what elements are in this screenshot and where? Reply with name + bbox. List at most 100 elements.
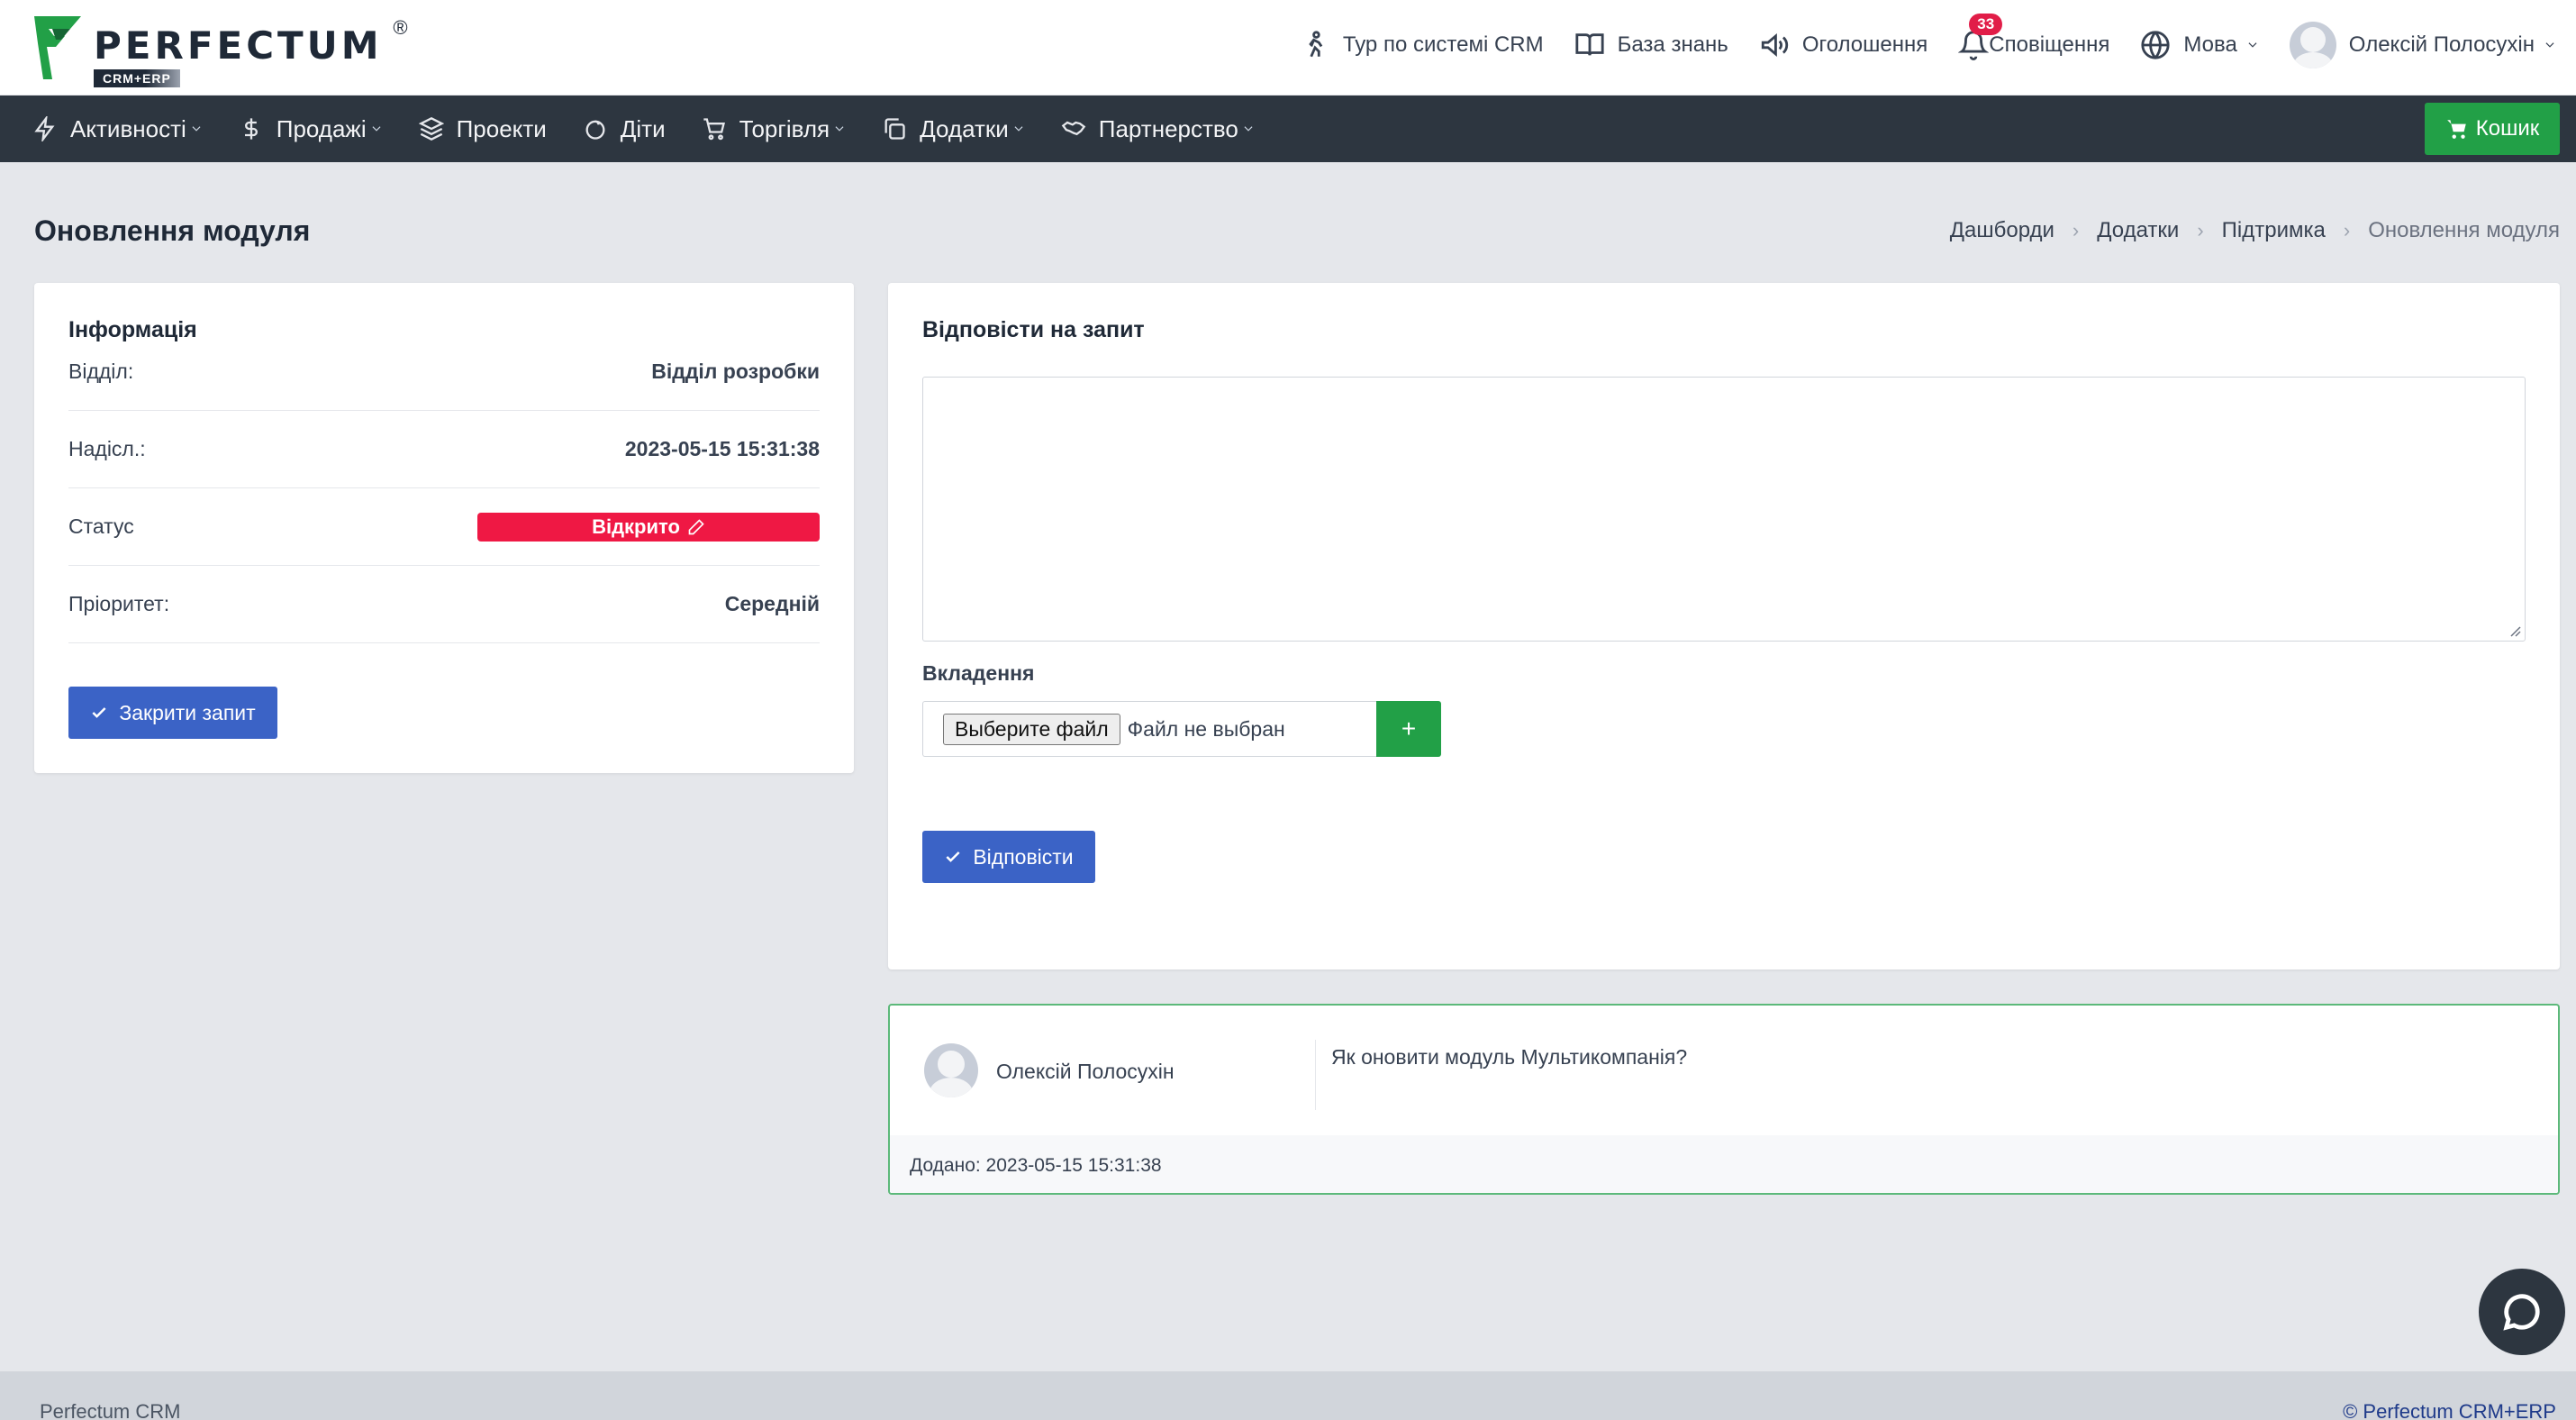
breadcrumb-separator: › xyxy=(2197,219,2204,241)
notifications-count-badge: 33 xyxy=(1969,14,2003,35)
page-title: Оновлення модуля xyxy=(34,214,311,247)
chevron-down-icon xyxy=(372,126,381,132)
reply-textarea[interactable] xyxy=(922,377,2526,642)
chevron-down-icon xyxy=(1014,126,1023,132)
nav-item-sales[interactable]: Продажі xyxy=(239,115,383,143)
nav-item-addons[interactable]: Додатки xyxy=(882,115,1025,143)
check-icon xyxy=(92,707,106,718)
top-actions: Тур по системі CRM База знань Оголошення… xyxy=(1300,0,2576,90)
announcements-link[interactable]: Оголошення xyxy=(1759,30,1927,60)
copy-icon xyxy=(884,118,905,140)
info-card: Інформація Відділ: Відділ розробки Надіс… xyxy=(34,283,854,773)
cart-icon xyxy=(2446,120,2466,139)
resize-grip-icon[interactable] xyxy=(2508,624,2521,637)
nav-label: Додатки xyxy=(920,114,1009,142)
reply-card-title: Відповісти на запит xyxy=(922,317,1145,342)
announcements-label: Оголошення xyxy=(1801,32,1928,57)
reply-card: Відповісти на запит Вкладення Выберите ф… xyxy=(888,283,2560,969)
sent-value: 2023-05-15 15:31:38 xyxy=(624,437,820,460)
nav-item-projects[interactable]: Проекти xyxy=(418,114,547,143)
priority-value: Середній xyxy=(724,592,820,615)
file-status: Файл не выбран xyxy=(1127,716,1285,741)
author-avatar xyxy=(924,1043,978,1097)
nav-item-partnership[interactable]: Партнерство xyxy=(1061,115,1255,143)
chevron-down-icon xyxy=(835,126,844,132)
submit-reply-button[interactable]: Відповісти xyxy=(922,831,1095,883)
logo-mark-icon xyxy=(34,16,81,79)
info-row-priority: Пріоритет: Середній xyxy=(68,566,820,643)
cart-button[interactable]: Кошик xyxy=(2425,103,2560,155)
handshake-icon xyxy=(1061,121,1086,136)
book-icon xyxy=(1575,33,1604,56)
nav-label: Торгівля xyxy=(739,114,830,142)
lightning-icon xyxy=(34,116,55,141)
main-nav: Активності Продажі Проекти Діти Торгівля… xyxy=(0,96,2576,162)
choose-file-button[interactable]: Выберите файл xyxy=(943,713,1120,745)
add-attachment-button[interactable]: + xyxy=(1376,701,1441,757)
nav-label: Діти xyxy=(620,114,666,142)
breadcrumb-separator: › xyxy=(2072,219,2080,241)
dollar-icon xyxy=(244,118,258,140)
chevron-down-icon xyxy=(192,126,201,132)
cart-icon xyxy=(703,118,725,141)
breadcrumb: Дашборди › Додатки › Підтримка › Оновлен… xyxy=(1950,218,2560,243)
reply-entry: Олексій Полосухін Як оновити модуль Муль… xyxy=(888,1004,2560,1195)
author-name[interactable]: Олексій Полосухін xyxy=(996,1060,1175,1084)
breadcrumb-addons[interactable]: Додатки xyxy=(2097,218,2179,243)
nav-label: Активності xyxy=(70,114,186,142)
divider xyxy=(1315,1040,1316,1110)
user-avatar xyxy=(2289,22,2336,68)
footer-left-text: Perfectum CRM xyxy=(40,1400,181,1420)
status-value: Відкрито xyxy=(592,514,680,538)
knowledge-base-label: База знань xyxy=(1617,32,1728,57)
nav-label: Продажі xyxy=(276,114,367,142)
entry-added-date: Додано: 2023-05-15 15:31:38 xyxy=(910,1155,1162,1176)
check-icon xyxy=(946,851,960,862)
nav-item-children[interactable]: Діти xyxy=(583,115,666,143)
logo-subtitle: CRM+ERP xyxy=(94,69,180,87)
baby-icon xyxy=(585,120,605,140)
close-request-label: Закрити запит xyxy=(119,700,256,724)
nav-label: Проекти xyxy=(456,114,547,142)
tour-link[interactable]: Тур по системі CRM xyxy=(1300,30,1544,60)
breadcrumb-separator: › xyxy=(2343,219,2351,241)
chevron-down-icon xyxy=(2248,42,2257,48)
info-row-status: Статус Відкрито xyxy=(68,488,820,566)
department-label: Відділ: xyxy=(68,360,134,383)
perfectum-logo[interactable]: PERFECTUM ® CRM+ERP xyxy=(34,16,408,87)
knowledge-base-link[interactable]: База знань xyxy=(1574,30,1728,60)
status-badge[interactable]: Відкрито xyxy=(477,512,820,542)
breadcrumb-support[interactable]: Підтримка xyxy=(2222,218,2326,243)
entry-footer: Додано: 2023-05-15 15:31:38 xyxy=(890,1135,2558,1193)
user-menu[interactable]: Олексій Полосухін xyxy=(2289,22,2556,68)
registered-mark: ® xyxy=(393,16,408,39)
info-row-sent: Надісл.: 2023-05-15 15:31:38 xyxy=(68,411,820,488)
footer-copyright-link[interactable]: © Perfectum CRM+ERP xyxy=(2343,1400,2556,1420)
layers-icon xyxy=(418,117,444,141)
chat-bubble-icon xyxy=(2503,1294,2540,1331)
cart-label: Кошик xyxy=(2475,116,2540,141)
close-request-button[interactable]: Закрити запит xyxy=(68,687,277,739)
breadcrumb-dashboards[interactable]: Дашборди xyxy=(1950,218,2054,243)
tour-label: Тур по системі CRM xyxy=(1342,32,1544,57)
globe-icon xyxy=(2141,31,2170,59)
entry-message: Як оновити модуль Мультикомпанія? xyxy=(1331,1045,1688,1069)
page-footer: Perfectum CRM © Perfectum CRM+ERP xyxy=(0,1371,2576,1420)
status-label: Статус xyxy=(68,514,134,538)
notifications-label: Сповіщення xyxy=(1989,32,2110,57)
language-dropdown[interactable]: Мова xyxy=(2140,30,2258,60)
megaphone-icon xyxy=(1761,33,1788,57)
file-input[interactable]: Выберите файл Файл не выбран xyxy=(922,701,1376,757)
notifications-link[interactable]: 33 Сповіщення xyxy=(1958,14,2110,60)
nav-label: Партнерство xyxy=(1098,114,1238,142)
logo-wordmark: PERFECTUM xyxy=(94,23,383,68)
chat-button[interactable] xyxy=(2479,1269,2565,1355)
pencil-icon xyxy=(688,518,704,534)
department-value: Відділ розробки xyxy=(651,360,820,383)
nav-item-activities[interactable]: Активності xyxy=(32,115,203,143)
info-row-department: Відділ: Відділ розробки xyxy=(68,333,820,411)
nav-item-trade[interactable]: Торгівля xyxy=(702,115,847,143)
priority-label: Пріоритет: xyxy=(68,592,170,615)
language-label: Мова xyxy=(2183,32,2237,57)
logo-text: PERFECTUM ® CRM+ERP xyxy=(94,16,408,87)
